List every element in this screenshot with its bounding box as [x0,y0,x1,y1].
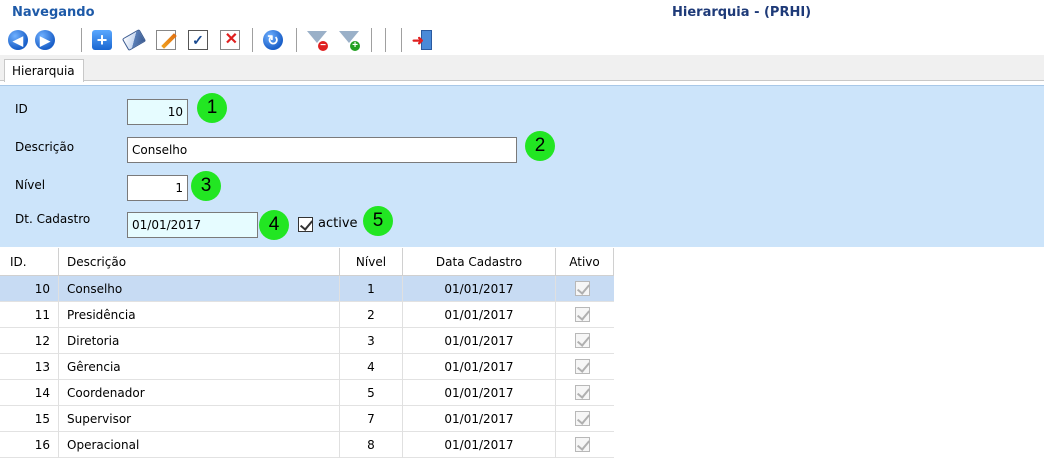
cell-ativo-checkbox [575,281,590,296]
cell-ativo-checkbox [575,385,590,400]
active-label: active [318,216,358,231]
cell-descricao: Presidência [59,302,340,328]
column-header-descricao[interactable]: Descrição [59,248,340,276]
cell-ativo-checkbox [575,437,590,452]
records-grid: ID. Descrição Nível Data Cadastro Ativo … [0,248,1044,465]
dt-cadastro-field[interactable]: 01/01/2017 [127,212,258,238]
refresh-button[interactable]: ↻ [261,28,285,52]
callout-1: 1 [197,93,227,123]
toolbar: ◀ ▶ + ✓ ✕ ↻ − + ➜ [0,24,1044,56]
callout-4: 4 [259,210,289,240]
mode-status: Navegando [12,5,95,20]
cell-id: 13 [0,354,59,380]
cell-data-cadastro: 01/01/2017 [403,406,556,432]
cell-id: 10 [0,276,59,302]
delete-button[interactable]: ✕ [218,28,242,52]
tab-hierarquia[interactable]: Hierarquia [4,59,84,82]
cell-descricao: Supervisor [59,406,340,432]
toolbar-separator [401,28,403,52]
cell-data-cadastro: 01/01/2017 [403,328,556,354]
confirm-button[interactable]: ✓ [186,28,210,52]
add-button[interactable]: + [90,28,114,52]
grid-header: ID. Descrição Nível Data Cadastro Ativo [0,248,614,276]
filter-add-button[interactable]: + [337,28,361,52]
toolbar-separator [385,28,387,52]
filter-remove-button[interactable]: − [305,28,329,52]
eraser-icon [121,28,147,52]
cell-ativo-checkbox [575,411,590,426]
column-header-ativo[interactable]: Ativo [556,248,614,276]
cell-id: 11 [0,302,59,328]
delete-icon: ✕ [220,30,240,50]
column-header-id[interactable]: ID. [0,248,59,276]
cell-nivel: 3 [340,328,403,354]
exit-door-icon: ➜ [412,29,434,51]
descricao-field[interactable]: Conselho [127,137,517,163]
window-title: Hierarquia - (PRHI) [672,5,812,20]
pencil-icon [156,30,176,50]
cell-nivel: 5 [340,380,403,406]
cell-ativo-checkbox [575,307,590,322]
cell-data-cadastro: 01/01/2017 [403,354,556,380]
table-row[interactable]: 13 Gêrencia 4 01/01/2017 [0,354,614,380]
descricao-label: Descrição [15,140,75,154]
toolbar-separator [371,28,373,52]
cell-descricao: Diretoria [59,328,340,354]
nivel-field[interactable]: 1 [127,175,188,201]
cell-data-cadastro: 01/01/2017 [403,276,556,302]
id-field[interactable]: 10 [127,99,188,125]
toolbar-separator [252,28,254,52]
refresh-icon: ↻ [263,30,283,50]
cell-descricao: Coordenador [59,380,340,406]
cell-id: 15 [0,406,59,432]
column-header-data-cadastro[interactable]: Data Cadastro [403,248,556,276]
table-row[interactable]: 10 Conselho 1 01/01/2017 [0,276,614,302]
cell-nivel: 7 [340,406,403,432]
edit-button[interactable] [154,28,178,52]
back-button[interactable]: ◀ [6,28,30,52]
clear-button[interactable] [121,28,147,52]
cell-data-cadastro: 01/01/2017 [403,380,556,406]
cell-nivel: 4 [340,354,403,380]
column-header-nivel[interactable]: Nível [340,248,403,276]
check-icon: ✓ [188,30,208,50]
callout-5: 5 [363,206,393,236]
arrow-left-icon: ◀ [8,30,28,50]
cell-descricao: Gêrencia [59,354,340,380]
cell-data-cadastro: 01/01/2017 [403,302,556,328]
cell-nivel: 2 [340,302,403,328]
cell-nivel: 1 [340,276,403,302]
toolbar-separator [81,28,83,52]
record-form: ID 10 1 Descrição Conselho 2 Nível 1 3 D… [0,85,1044,247]
table-row[interactable]: 14 Coordenador 5 01/01/2017 [0,380,614,406]
arrow-right-icon: ▶ [35,30,55,50]
table-row[interactable]: 12 Diretoria 3 01/01/2017 [0,328,614,354]
forward-button[interactable]: ▶ [33,28,57,52]
cell-id: 14 [0,380,59,406]
callout-2: 2 [525,131,555,161]
callout-3: 3 [191,171,221,201]
table-row[interactable]: 16 Operacional 8 01/01/2017 [0,432,614,458]
plus-icon: + [92,30,112,50]
title-bar: Navegando Hierarquia - (PRHI) [0,0,1044,24]
tab-strip: Hierarquia [0,56,1044,82]
cell-data-cadastro: 01/01/2017 [403,432,556,458]
exit-button[interactable]: ➜ [411,28,435,52]
table-row[interactable]: 11 Presidência 2 01/01/2017 [0,302,614,328]
toolbar-separator [296,28,298,52]
cell-ativo-checkbox [575,359,590,374]
dt-cadastro-label: Dt. Cadastro [15,212,91,226]
cell-id: 16 [0,432,59,458]
funnel-plus-icon: + [338,29,360,51]
cell-descricao: Operacional [59,432,340,458]
table-row[interactable]: 15 Supervisor 7 01/01/2017 [0,406,614,432]
funnel-minus-icon: − [306,29,328,51]
id-label: ID [15,102,28,116]
cell-descricao: Conselho [59,276,340,302]
cell-nivel: 8 [340,432,403,458]
cell-ativo-checkbox [575,333,590,348]
cell-id: 12 [0,328,59,354]
active-checkbox[interactable] [298,217,313,232]
nivel-label: Nível [15,178,46,192]
